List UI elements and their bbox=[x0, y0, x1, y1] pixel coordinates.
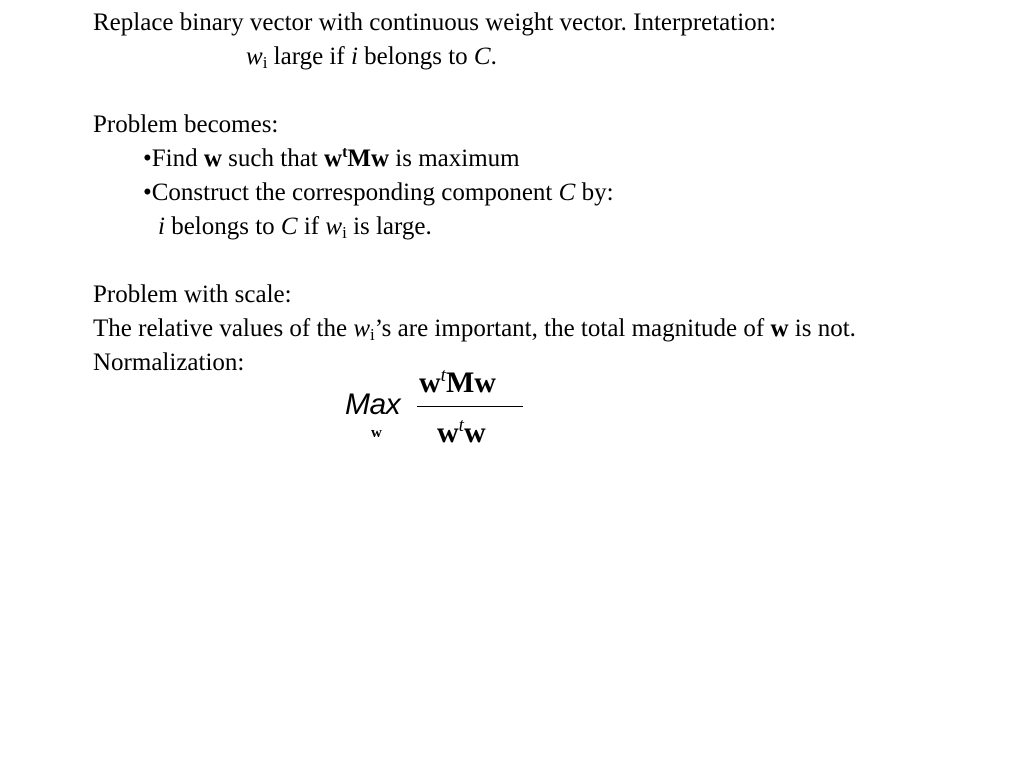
interp-end: . bbox=[490, 43, 497, 70]
interp-text: large if bbox=[267, 43, 351, 70]
normalization-label: Normalization: bbox=[93, 348, 244, 378]
interp-text-2: belongs to bbox=[357, 43, 474, 70]
scale-heading: Problem with scale: bbox=[93, 280, 292, 310]
normalization-text: Normalization: bbox=[93, 349, 245, 376]
scale-text-2: ’s are important, the total magnitude of bbox=[374, 315, 771, 342]
index-symbol: i bbox=[350, 43, 358, 70]
bullet-text-2: by: bbox=[575, 179, 614, 206]
weight-symbol: w bbox=[353, 315, 370, 342]
bullet-text: •Find bbox=[143, 145, 204, 172]
weight-symbol: w bbox=[246, 43, 263, 70]
index-symbol: i bbox=[158, 213, 165, 240]
bullet-construct-component: •Construct the corresponding component C… bbox=[143, 178, 614, 208]
max-subscript: w bbox=[371, 425, 382, 441]
heading-text: Problem with scale: bbox=[93, 281, 292, 308]
cont-text: belongs to bbox=[164, 213, 281, 240]
scale-explanation: The relative values of the wi’s are impo… bbox=[93, 314, 856, 344]
heading-text: Problem becomes: bbox=[93, 111, 279, 138]
denominator-w-2: w bbox=[463, 416, 486, 449]
vector-w: w bbox=[203, 145, 222, 172]
problem-becomes-heading: Problem becomes: bbox=[93, 110, 278, 140]
max-operator: Max bbox=[345, 388, 401, 421]
bullet-text-3: is maximum bbox=[389, 145, 520, 172]
bullet-find-w: •Find w such that wtMw is maximum bbox=[143, 144, 520, 174]
matrix-Mw: Mw bbox=[347, 145, 390, 172]
numerator-w: w bbox=[419, 366, 441, 399]
cont-end: is large. bbox=[346, 213, 432, 240]
component-symbol: C bbox=[558, 179, 576, 206]
scale-text-3: is not. bbox=[788, 315, 856, 342]
rayleigh-quotient-formula: Max w wtMw wtw bbox=[345, 366, 545, 456]
bullet-continuation: i belongs to C if wi is large. bbox=[158, 212, 432, 242]
bullet-text: •Construct the corresponding component bbox=[143, 179, 559, 206]
intro-text: Replace binary vector with continuous we… bbox=[93, 9, 777, 36]
scale-text: The relative values of the bbox=[93, 315, 354, 342]
vector-w-2: w bbox=[324, 145, 343, 172]
weight-symbol: w bbox=[325, 213, 343, 240]
formula-numerator: wtMw bbox=[419, 366, 496, 400]
component-symbol: C bbox=[473, 43, 491, 70]
denominator-w: w bbox=[437, 416, 459, 449]
bullet-text-2: such that bbox=[221, 145, 324, 172]
interpretation-line: wi large if i belongs to C. bbox=[246, 42, 497, 72]
fraction-bar bbox=[417, 406, 523, 407]
vector-w: w bbox=[770, 315, 789, 342]
component-symbol: C bbox=[280, 213, 298, 240]
cont-text-2: if bbox=[297, 213, 326, 240]
intro-line: Replace binary vector with continuous we… bbox=[93, 8, 776, 38]
numerator-Mw: Mw bbox=[445, 366, 496, 399]
formula-denominator: wtw bbox=[437, 416, 486, 450]
